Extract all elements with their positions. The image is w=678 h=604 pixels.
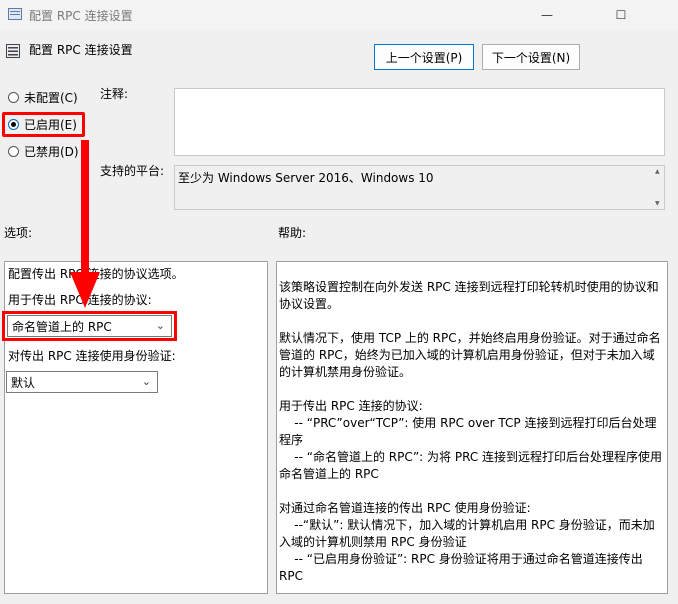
scroll-down-icon[interactable]: ▼ [655,200,660,207]
minimize-button[interactable]: — [524,4,570,26]
authentication-label: 对传出 RPC 连接使用身份验证: [8,349,176,363]
policy-icon [8,8,22,20]
chevron-down-icon[interactable]: ⌄ [142,375,151,388]
radio-label: 未配置(C) [24,90,78,105]
policy-icon [6,44,20,58]
annotation-arrow-icon [70,140,100,308]
maximize-button[interactable]: ☐ [598,4,644,26]
supported-platform-value: 至少为 Windows Server 2016、Windows 10 [178,171,434,185]
scroll-up-icon[interactable]: ▲ [655,168,660,175]
window-title: 配置 RPC 连接设置 [29,9,133,23]
authentication-selected-value: 默认 [11,375,36,390]
annotation-highlight-box [2,112,85,137]
options-section-label: 选项: [4,226,33,240]
radio-button[interactable] [8,91,19,103]
scrollbar[interactable]: ▲ ▼ [652,166,664,209]
setting-title: 配置 RPC 连接设置 [29,43,133,57]
radio-disabled[interactable]: 已禁用(D) [8,142,79,160]
comment-textarea[interactable] [174,88,665,156]
annotation-highlight-box [2,311,177,341]
radio-not-configured[interactable]: 未配置(C) [8,88,78,106]
radio-button[interactable] [8,145,19,157]
supported-platform-label: 支持的平台: [100,164,165,178]
help-section-label: 帮助: [278,226,307,240]
authentication-dropdown[interactable]: 默认 ⌄ [6,371,158,393]
help-text: 该策略设置控制在向外发送 RPC 连接到远程打印轮转机时使用的协议和协议设置。 … [279,280,663,583]
next-setting-button[interactable]: 下一个设置(N) [482,44,580,70]
previous-setting-button[interactable]: 上一个设置(P) [374,44,474,70]
comment-label: 注释: [100,87,129,101]
